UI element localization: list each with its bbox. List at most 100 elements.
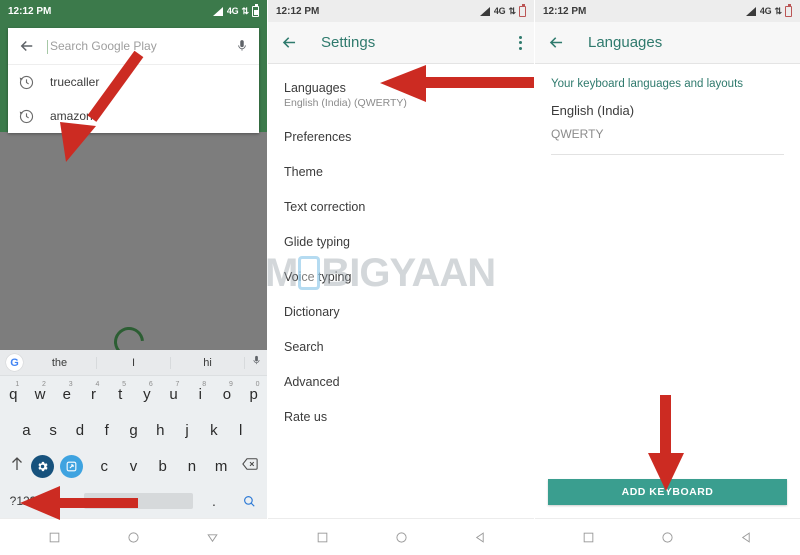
key-f[interactable]: f (93, 422, 120, 439)
home-circle-icon[interactable] (395, 531, 408, 544)
panel-keyboard-settings: 12:12 PM 4G ⇅ Settings Languages English… (267, 0, 534, 555)
language-label: English (India) (551, 103, 635, 118)
settings-item-theme[interactable]: Theme (268, 154, 534, 189)
signal-bars-icon (479, 6, 491, 16)
key-g[interactable]: g (120, 422, 147, 439)
settings-item-glide-typing[interactable]: Glide typing (268, 224, 534, 259)
suggestion-word[interactable]: I (97, 356, 171, 369)
panel-languages: 12:12 PM 4G ⇅ Languages Your keyboard la… (534, 0, 800, 555)
key-b[interactable]: b (148, 458, 177, 475)
gear-icon[interactable] (31, 454, 55, 478)
android-navigation-bar (0, 518, 267, 555)
page-title: Settings (321, 34, 376, 51)
battery-icon (785, 3, 792, 17)
key-a[interactable]: a (13, 422, 40, 439)
language-layout-label: QWERTY (551, 127, 604, 141)
settings-item-label: Theme (284, 165, 323, 179)
backspace-key[interactable] (236, 455, 265, 477)
key-j[interactable]: j (174, 422, 201, 439)
settings-item-label: Preferences (284, 130, 352, 144)
settings-item-search[interactable]: Search (268, 329, 534, 364)
settings-item-text-correction[interactable]: Text correction (268, 189, 534, 224)
key-p[interactable]: 0p (240, 381, 267, 403)
key-s[interactable]: s (40, 422, 67, 439)
settings-item-preferences[interactable]: Preferences (268, 119, 534, 154)
key-i[interactable]: 8i (187, 381, 214, 403)
key-w[interactable]: 2w (27, 381, 54, 403)
home-circle-icon[interactable] (127, 531, 140, 544)
network-type-label: 4G (493, 6, 506, 16)
arrow-to-add-keyboard-button (648, 395, 684, 491)
shift-arrow-up-icon (11, 457, 22, 470)
back-triangle-icon[interactable] (474, 531, 487, 544)
google-g-logo[interactable]: G (6, 354, 23, 371)
section-header: Your keyboard languages and layouts (551, 78, 744, 90)
keyboard-row-3: c v b n m (0, 448, 267, 484)
microphone-icon[interactable] (235, 37, 249, 55)
shift-key[interactable] (2, 455, 31, 477)
status-bar: 12:12 PM 4G ⇅ (268, 0, 534, 22)
back-arrow-icon[interactable] (547, 33, 566, 52)
suggestion-word[interactable]: hi (171, 356, 245, 369)
key-l[interactable]: l (227, 422, 254, 439)
key-n[interactable]: n (177, 458, 206, 475)
key-t[interactable]: 5t (107, 381, 134, 403)
key-c[interactable]: c (90, 458, 119, 475)
recents-square-icon[interactable] (316, 531, 329, 544)
recents-square-icon[interactable] (582, 531, 595, 544)
signal-bars-icon (212, 6, 224, 16)
page-title: Languages (588, 34, 663, 51)
settings-item-label: Search (284, 340, 324, 354)
battery-icon (519, 3, 526, 17)
settings-item-advanced[interactable]: Advanced (268, 364, 534, 399)
language-list-item[interactable]: English (India) QWERTY (535, 90, 800, 155)
settings-item-voice-typing[interactable]: Voice typing (268, 259, 534, 294)
keyboard-row-2: a s d f g h j k l (0, 412, 267, 448)
battery-icon (252, 3, 259, 17)
status-bar: 12:12 PM 4G ⇅ (0, 0, 267, 22)
settings-item-label: Voice typing (284, 270, 352, 284)
status-bar-time: 12:12 PM (276, 5, 320, 17)
recents-square-icon[interactable] (48, 531, 61, 544)
settings-item-rate-us[interactable]: Rate us (268, 399, 534, 434)
period-key[interactable]: . (197, 493, 231, 509)
key-k[interactable]: k (200, 422, 227, 439)
back-triangle-icon[interactable] (206, 531, 219, 544)
settings-list: Languages English (India) (QWERTY) Prefe… (268, 64, 534, 434)
network-type-label: 4G (226, 6, 239, 16)
search-magnifier-icon[interactable] (231, 494, 267, 508)
key-e[interactable]: 3e (53, 381, 80, 403)
keyboard-row-1: 1q 2w 3e 4r 5t 6y 7u 8i 9o 0p (0, 376, 267, 412)
history-clock-icon (19, 109, 34, 123)
status-bar-time: 12:12 PM (543, 5, 587, 17)
back-arrow-icon[interactable] (18, 37, 36, 55)
arrow-to-keyboard-settings-gear (60, 50, 144, 162)
back-arrow-icon[interactable] (280, 33, 299, 52)
microphone-icon[interactable] (245, 354, 267, 372)
keyboard-suggestion-bar: G the I hi (0, 350, 267, 376)
data-transfer-icon: ⇅ (508, 5, 516, 16)
key-r[interactable]: 4r (80, 381, 107, 403)
key-d[interactable]: d (67, 422, 94, 439)
key-m[interactable]: m (207, 458, 236, 475)
backspace-icon (242, 458, 259, 470)
key-h[interactable]: h (147, 422, 174, 439)
key-q[interactable]: 1q (0, 381, 27, 403)
settings-item-dictionary[interactable]: Dictionary (268, 294, 534, 329)
history-clock-icon (19, 75, 34, 89)
key-v[interactable]: v (119, 458, 148, 475)
key-y[interactable]: 6y (134, 381, 161, 403)
home-circle-icon[interactable] (661, 531, 674, 544)
status-bar-time: 12:12 PM (8, 5, 52, 17)
key-o[interactable]: 9o (214, 381, 241, 403)
key-u[interactable]: 7u (160, 381, 187, 403)
settings-item-label: Advanced (284, 375, 340, 389)
back-triangle-icon[interactable] (740, 531, 753, 544)
keyboard-switch-icon[interactable] (60, 454, 84, 478)
overflow-menu-icon[interactable] (519, 35, 522, 50)
status-bar-icons: 4G ⇅ (745, 3, 792, 17)
switch-keyboard-key[interactable] (60, 454, 89, 478)
arrow-to-comma-key (20, 486, 138, 520)
suggestion-word[interactable]: the (23, 356, 97, 369)
keyboard-settings-key[interactable] (31, 454, 60, 478)
